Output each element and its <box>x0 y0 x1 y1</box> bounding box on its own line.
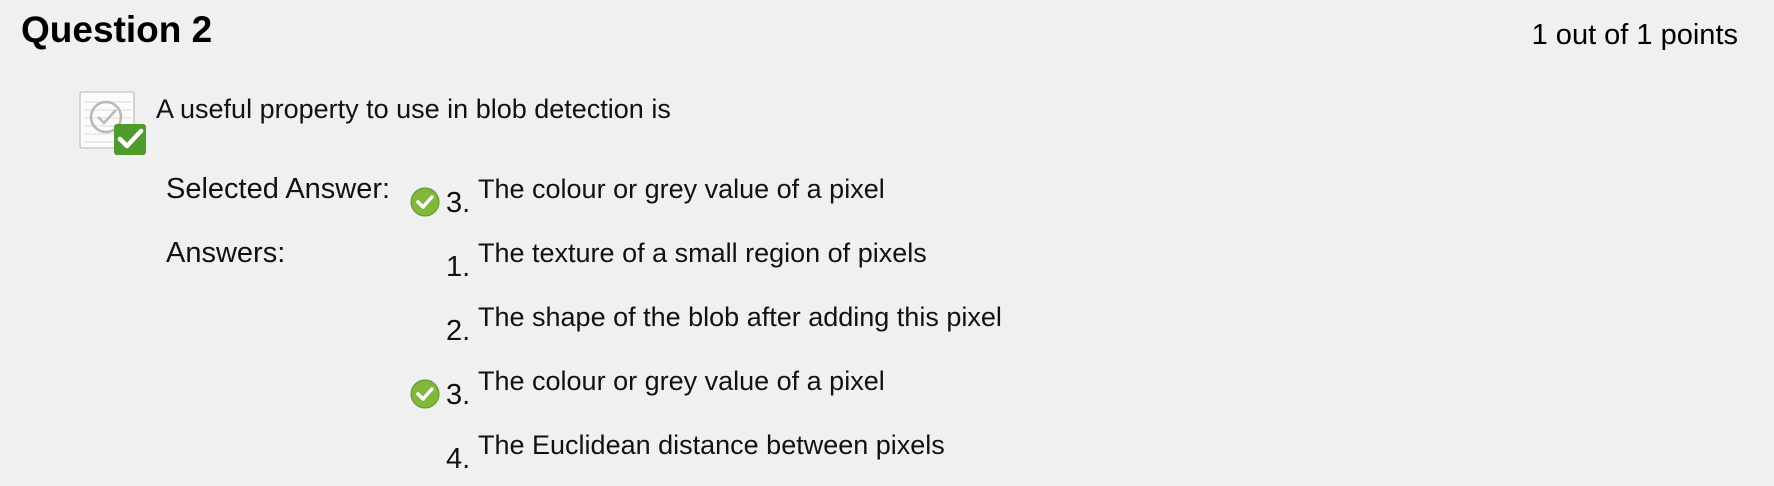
correct-check-icon <box>410 379 440 409</box>
answer-number: 4. <box>446 443 471 475</box>
answer-number: 3. <box>446 379 471 411</box>
answer-number: 1. <box>446 251 471 283</box>
answer-number: 2. <box>446 315 471 347</box>
selected-answer-label: Selected Answer: <box>166 173 391 205</box>
selected-answer-text: The colour or grey value of a pixel <box>478 174 885 204</box>
selected-answer: 3. The colour or grey value of a pixel <box>406 170 1306 222</box>
answers-label: Answers: <box>166 237 286 269</box>
answer-option-correct: 3. The colour or grey value of a pixel <box>406 362 1306 414</box>
question-title: Question 2 <box>21 9 213 50</box>
answer-text: The Euclidean distance between pixels <box>478 430 945 460</box>
answer-option: 1. The texture of a small region of pixe… <box>406 234 1306 286</box>
question-text: A useful property to use in blob detecti… <box>156 94 671 124</box>
graded-correct-icon <box>79 91 146 155</box>
answer-option: 4. The Euclidean distance between pixels <box>406 426 1306 478</box>
answer-text: The colour or grey value of a pixel <box>478 366 885 396</box>
selected-answer-number: 3. <box>446 187 471 219</box>
question-points: 1 out of 1 points <box>1531 19 1738 51</box>
answer-option: 2. The shape of the blob after adding th… <box>406 298 1306 350</box>
correct-check-icon <box>410 187 440 217</box>
answer-text: The shape of the blob after adding this … <box>478 302 1002 332</box>
answer-text: The texture of a small region of pixels <box>478 238 927 268</box>
